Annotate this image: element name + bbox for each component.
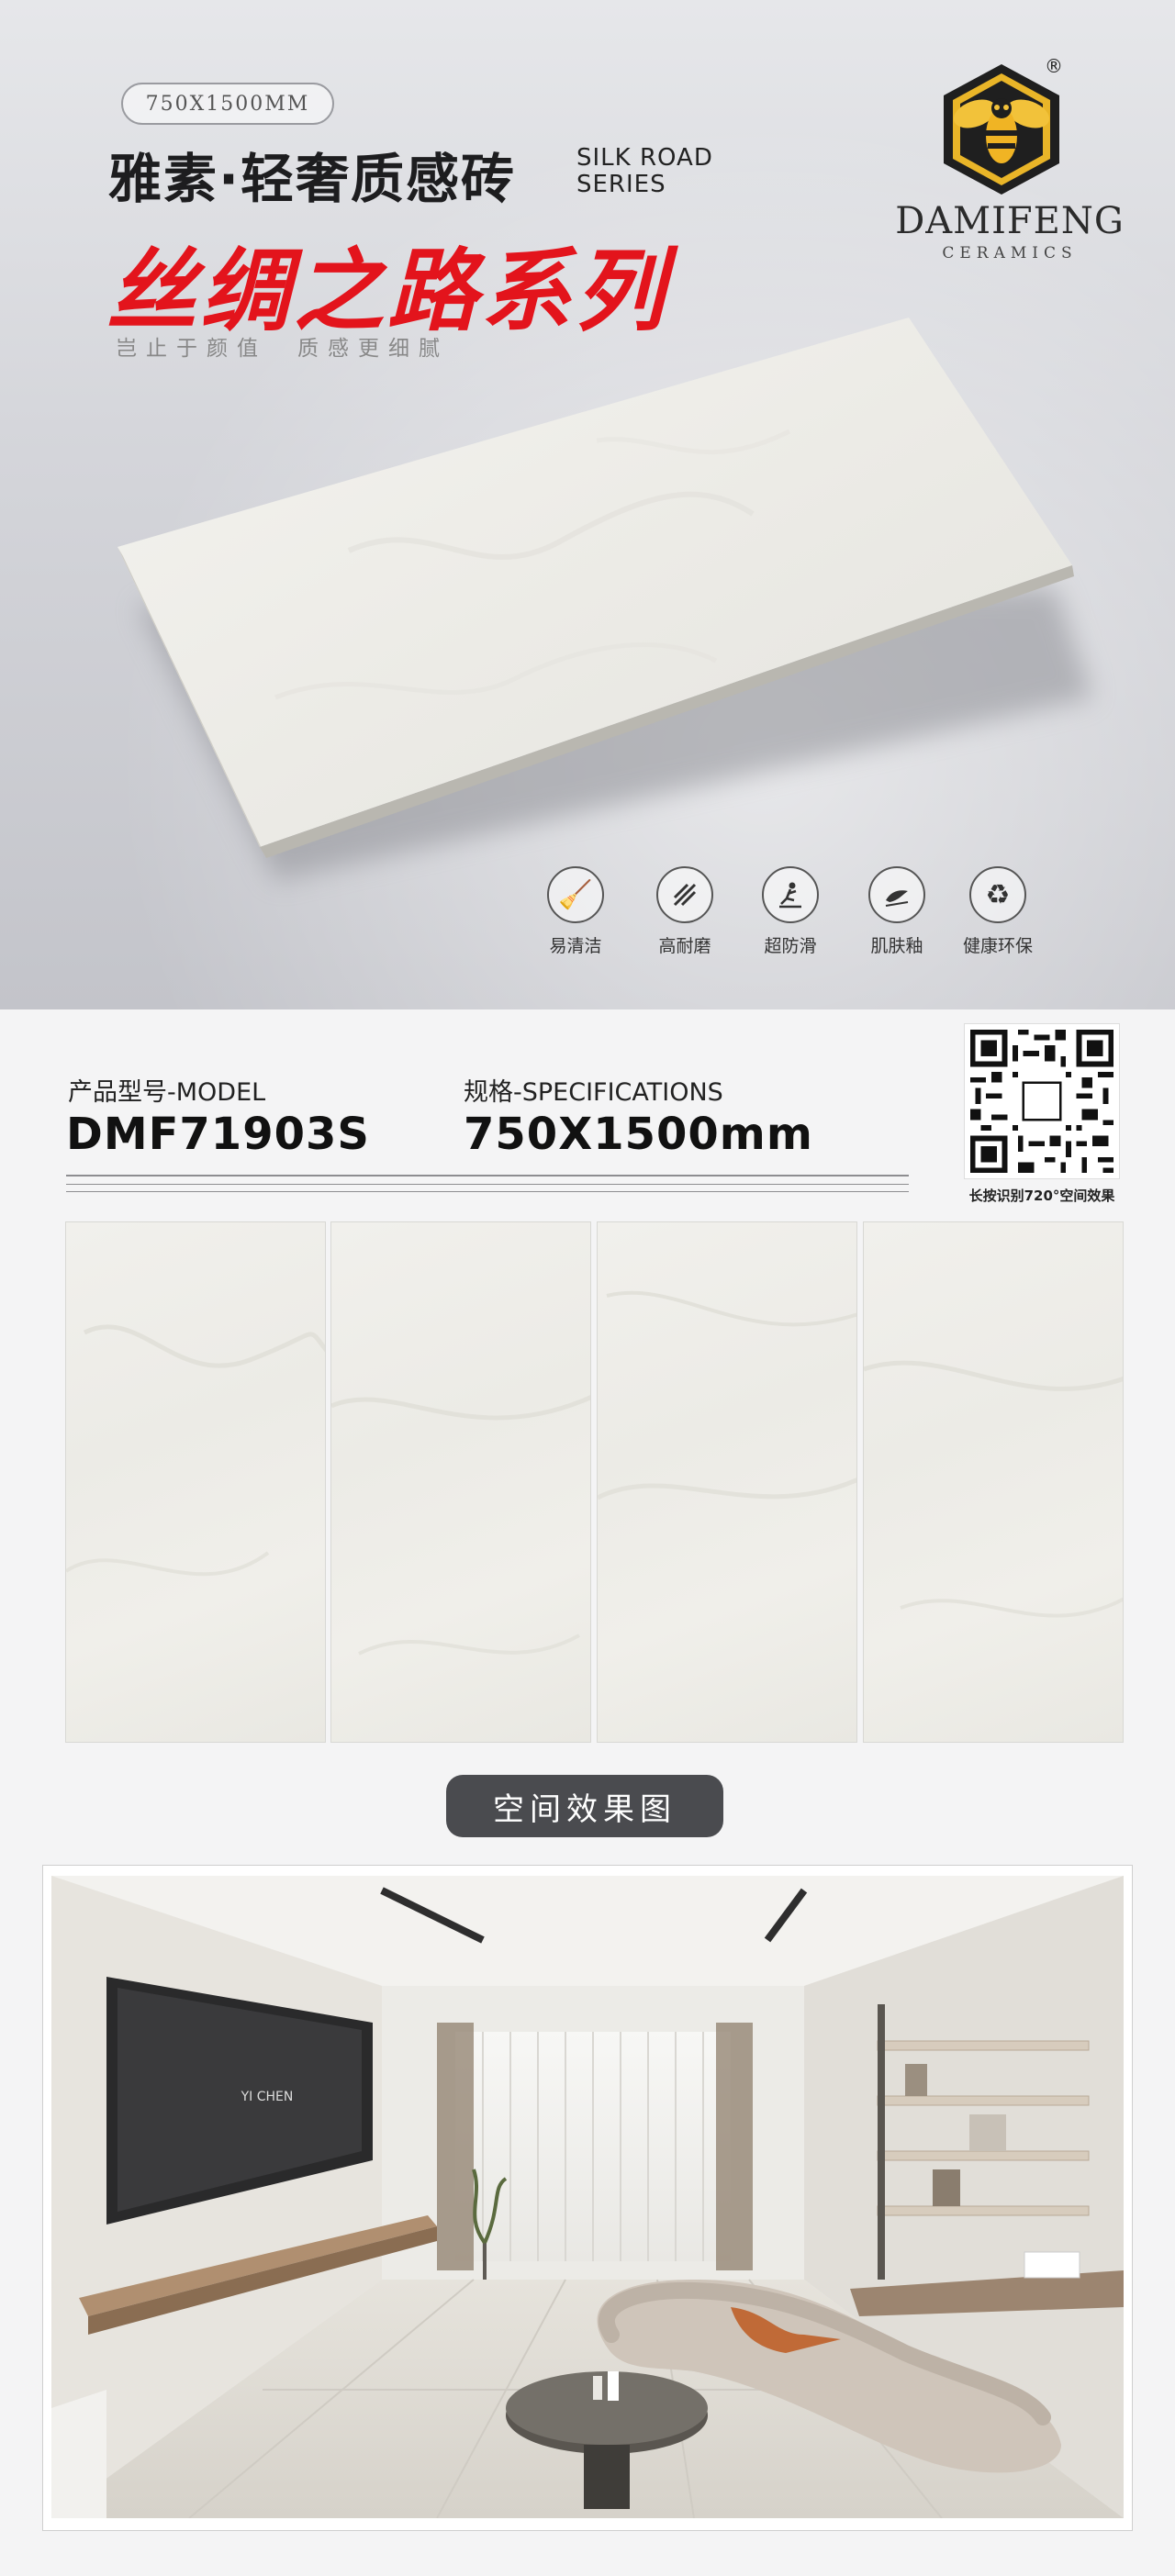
tile-panel — [65, 1221, 326, 1743]
feature-label: 健康环保 — [962, 936, 1033, 956]
recycle-icon: ♻ — [969, 866, 1026, 923]
wear-resistant-icon — [656, 866, 713, 923]
hero-banner: 750X1500MM 雅素·轻奢质感砖 SILK ROAD SERIES 丝绸之… — [0, 0, 1175, 1009]
qr-code[interactable] — [964, 1023, 1120, 1179]
skin-glaze-icon — [868, 866, 925, 923]
series-name: 丝绸之路系列 — [106, 240, 669, 344]
title-english-line2: SERIES — [576, 171, 666, 198]
feature-wear-resistant: 高耐磨 — [639, 866, 731, 957]
feature-anti-slip: 超防滑 — [744, 866, 836, 957]
size-badge: 750X1500MM — [121, 83, 334, 125]
marble-veins — [864, 1360, 1123, 1618]
feature-label: 肌肤釉 — [870, 936, 923, 956]
anti-slip-icon — [762, 866, 819, 923]
feature-label: 易清洁 — [549, 936, 602, 956]
brand-name: DAMIFENG — [895, 200, 1125, 242]
marble-veins — [66, 1324, 325, 1577]
slogan: 岂止于颜值 质感更细腻 — [116, 337, 449, 361]
title-english: SILK ROAD SERIES — [576, 145, 713, 198]
tile-panel — [863, 1221, 1124, 1743]
divider — [66, 1184, 909, 1185]
marble-veins — [331, 1395, 590, 1656]
model-label: 产品型号-MODEL — [68, 1078, 266, 1107]
page-title: 雅素·轻奢质感砖 — [108, 148, 517, 210]
broom-clean-icon: 🧹 — [547, 866, 604, 923]
space-effect-button[interactable]: 空间效果图 — [446, 1775, 723, 1837]
brand-logo: ® DAMIFENG CERAMICS — [863, 55, 1157, 275]
spec-value: 750X1500mm — [464, 1109, 813, 1160]
divider — [66, 1191, 909, 1192]
bee-hexagon-icon — [944, 64, 1059, 195]
feature-easy-clean: 🧹 易清洁 — [530, 866, 621, 957]
qr-caption: 长按识别720°空间效果 — [968, 1188, 1115, 1204]
room-render: YI CHEN — [51, 1876, 1124, 2518]
marble-veins — [598, 1290, 856, 1500]
model-value: DMF71903S — [66, 1109, 370, 1160]
feature-label: 高耐磨 — [658, 936, 711, 956]
feature-eco: ♻ 健康环保 — [952, 866, 1044, 957]
registered-mark: ® — [1045, 55, 1063, 77]
divider — [66, 1175, 909, 1176]
title-english-line1: SILK ROAD — [576, 144, 713, 172]
qr-code-icon — [965, 1024, 1119, 1178]
tile-panel — [597, 1221, 857, 1743]
feature-label: 超防滑 — [764, 936, 817, 956]
feature-skin-glaze: 肌肤釉 — [851, 866, 943, 957]
brand-subtitle: CERAMICS — [942, 244, 1078, 262]
tile-panel — [330, 1221, 591, 1743]
spec-label: 规格-SPECIFICATIONS — [464, 1078, 723, 1107]
tv-text: YI CHEN — [241, 2090, 294, 2104]
